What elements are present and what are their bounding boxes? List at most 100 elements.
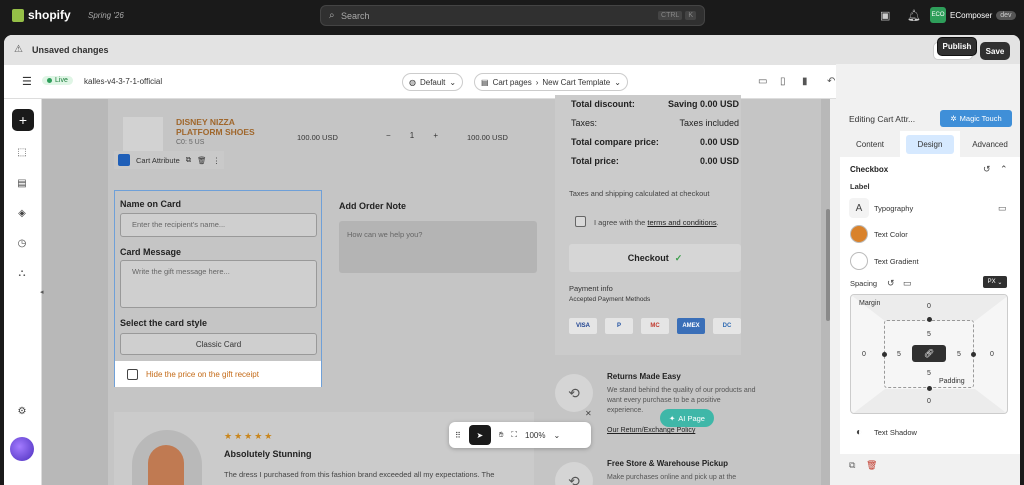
label-subsection: Label	[850, 182, 870, 191]
tab-content[interactable]: Content	[840, 131, 900, 157]
zoom-level[interactable]: 100%	[525, 431, 545, 440]
padding-right-value[interactable]: 5	[957, 351, 961, 358]
store-menu[interactable]: ECO EComposer dev	[930, 7, 1016, 23]
hand-icon[interactable]: ✋︎	[499, 430, 504, 440]
hide-price-checkbox-row[interactable]: Hide the price on the gift receipt	[115, 361, 321, 387]
menu-icon[interactable]: ☰	[22, 75, 32, 88]
hide-price-checkbox[interactable]	[127, 368, 138, 380]
margin-right-handle[interactable]	[971, 352, 976, 357]
typography-icon[interactable]: A	[849, 198, 869, 218]
save-button[interactable]: Save	[980, 42, 1010, 60]
qty-value[interactable]: 1	[410, 131, 414, 140]
product-variant: C0: 5 US	[176, 139, 205, 146]
margin-bottom-handle[interactable]	[927, 386, 932, 391]
add-element-button[interactable]: +	[12, 109, 34, 131]
amex-icon: AMEX	[677, 318, 705, 334]
more-icon[interactable]: ⋮	[213, 156, 221, 165]
terms-text: I agree with the terms and conditions.	[594, 218, 719, 227]
reset-icon[interactable]: ↺	[983, 164, 991, 175]
padding-left-value[interactable]: 5	[897, 351, 901, 358]
chevron-down-icon: ⌄	[614, 77, 621, 87]
card-message-textarea[interactable]: Write the gift message here...	[120, 260, 317, 308]
tab-design[interactable]: Design	[900, 131, 960, 157]
page-dropdown[interactable]: ▤ Cart pages › New Cart Template ⌄	[474, 73, 628, 91]
text-gradient-swatch[interactable]	[849, 251, 869, 271]
shopify-logo[interactable]: shopify	[12, 8, 71, 22]
total-label: Total price:	[571, 156, 619, 166]
box-return-icon: ⟲	[555, 374, 593, 412]
shield-check-icon: ✓	[674, 252, 683, 263]
taxes-row: Taxes: Taxes included	[571, 118, 739, 128]
padding-top-value[interactable]: 5	[927, 331, 931, 338]
history-icon[interactable]: ◷	[14, 235, 30, 251]
margin-left-value[interactable]: 0	[862, 351, 866, 358]
publish-button[interactable]: Publish	[937, 37, 977, 56]
magic-wand-icon: ✲	[950, 114, 957, 123]
text-color-swatch[interactable]	[849, 224, 869, 244]
order-note-textarea[interactable]: How can we help you?	[339, 221, 537, 273]
desktop-view-icon[interactable]: ▭	[758, 76, 767, 87]
apps-icon[interactable]: ⛬	[14, 265, 30, 281]
desktop-view-icon[interactable]: ▭	[998, 203, 1007, 214]
rating-stars: ★★★★★	[224, 431, 275, 441]
margin-top-handle[interactable]	[927, 317, 932, 322]
payment-info-title: Payment info	[569, 284, 613, 293]
close-icon[interactable]: ✕	[585, 409, 592, 418]
review-title: Absolutely Stunning	[224, 449, 312, 459]
name-on-card-input[interactable]: Enter the recipient's name...	[120, 213, 317, 237]
text-color-label: Text Color	[874, 230, 908, 239]
layout-dropdown[interactable]: ◍ Default ⌄	[402, 73, 464, 91]
tablet-view-icon[interactable]: ▯	[780, 76, 786, 87]
return-policy-link[interactable]: Our Return/Exchange Policy	[607, 427, 695, 434]
bell-icon[interactable]: 🔔︎	[907, 9, 921, 22]
padding-bottom-value[interactable]: 5	[927, 370, 931, 377]
margin-bottom-value[interactable]: 0	[927, 398, 931, 405]
undo-icon[interactable]: ↶	[827, 76, 835, 87]
text-shadow-label: Text Shadow	[874, 428, 917, 437]
taxes-value: Taxes included	[679, 118, 739, 128]
duplicate-icon[interactable]: ⧉	[186, 155, 191, 165]
text-shadow-icon[interactable]: ◐	[849, 422, 869, 442]
terms-checkbox[interactable]	[575, 216, 586, 227]
chevron-up-icon[interactable]: ⌃	[1000, 164, 1008, 175]
checkout-button[interactable]: Checkout ✓	[569, 244, 741, 272]
classic-card-option[interactable]: Classic Card	[120, 333, 317, 355]
cart-attribute-toolbar[interactable]: Cart Attribute ⧉ 🗑︎ ⋮	[114, 151, 225, 169]
chevron-down-icon[interactable]: ⌄	[554, 431, 561, 440]
collapse-rail-icon[interactable]: ◂	[40, 288, 44, 296]
storefront-icon[interactable]: ▣	[880, 9, 890, 22]
terms-link[interactable]: terms and conditions	[647, 218, 716, 227]
mobile-view-icon[interactable]: ▮	[802, 76, 808, 87]
margin-right-value[interactable]: 0	[990, 351, 994, 358]
select-pointer-icon[interactable]: ➤	[468, 425, 491, 445]
qty-minus-button[interactable]: −	[386, 131, 391, 140]
quantity-stepper[interactable]: − 1 +	[382, 125, 442, 145]
layout-icon[interactable]: ▤	[14, 175, 30, 191]
delete-icon[interactable]: 🗑︎	[866, 460, 877, 471]
canvas-scrollbar[interactable]	[826, 209, 830, 321]
layers-icon[interactable]: ◈	[14, 205, 30, 221]
assistant-avatar[interactable]	[10, 437, 34, 461]
desktop-view-icon[interactable]: ▭	[903, 278, 912, 289]
ai-page-button[interactable]: ✦ AI Page	[660, 409, 714, 427]
tab-advanced[interactable]: Advanced	[960, 131, 1020, 157]
card-style-label: Select the card style	[120, 318, 208, 328]
product-name[interactable]: DISNEY NIZZA PLATFORM SHOES	[176, 117, 266, 137]
live-dot-icon	[47, 78, 52, 83]
margin-left-handle[interactable]	[882, 352, 887, 357]
drag-handle-icon[interactable]: ⠿	[455, 431, 461, 440]
copy-style-icon[interactable]: ⧉	[849, 460, 855, 471]
link-spacing-button[interactable]: 🔗︎	[912, 345, 946, 362]
qty-plus-button[interactable]: +	[433, 131, 438, 140]
fit-screen-icon[interactable]: ⛶	[511, 430, 517, 440]
unsaved-bar: ⚠ Unsaved changes Discard Save	[4, 35, 1020, 65]
margin-top-value[interactable]: 0	[927, 303, 931, 310]
trash-icon[interactable]: 🗑︎	[197, 156, 207, 165]
sections-icon[interactable]: ⬚	[14, 144, 30, 160]
magic-touch-button[interactable]: ✲ Magic Touch	[940, 110, 1012, 127]
store-avatar: ECO	[930, 7, 946, 23]
unit-dropdown[interactable]: PX ⌄	[983, 276, 1007, 288]
gear-icon[interactable]: ⚙	[14, 403, 30, 419]
spacing-reset-icon[interactable]: ↺	[887, 278, 895, 289]
global-search[interactable]: ⌕ Search CTRL K	[320, 5, 705, 26]
